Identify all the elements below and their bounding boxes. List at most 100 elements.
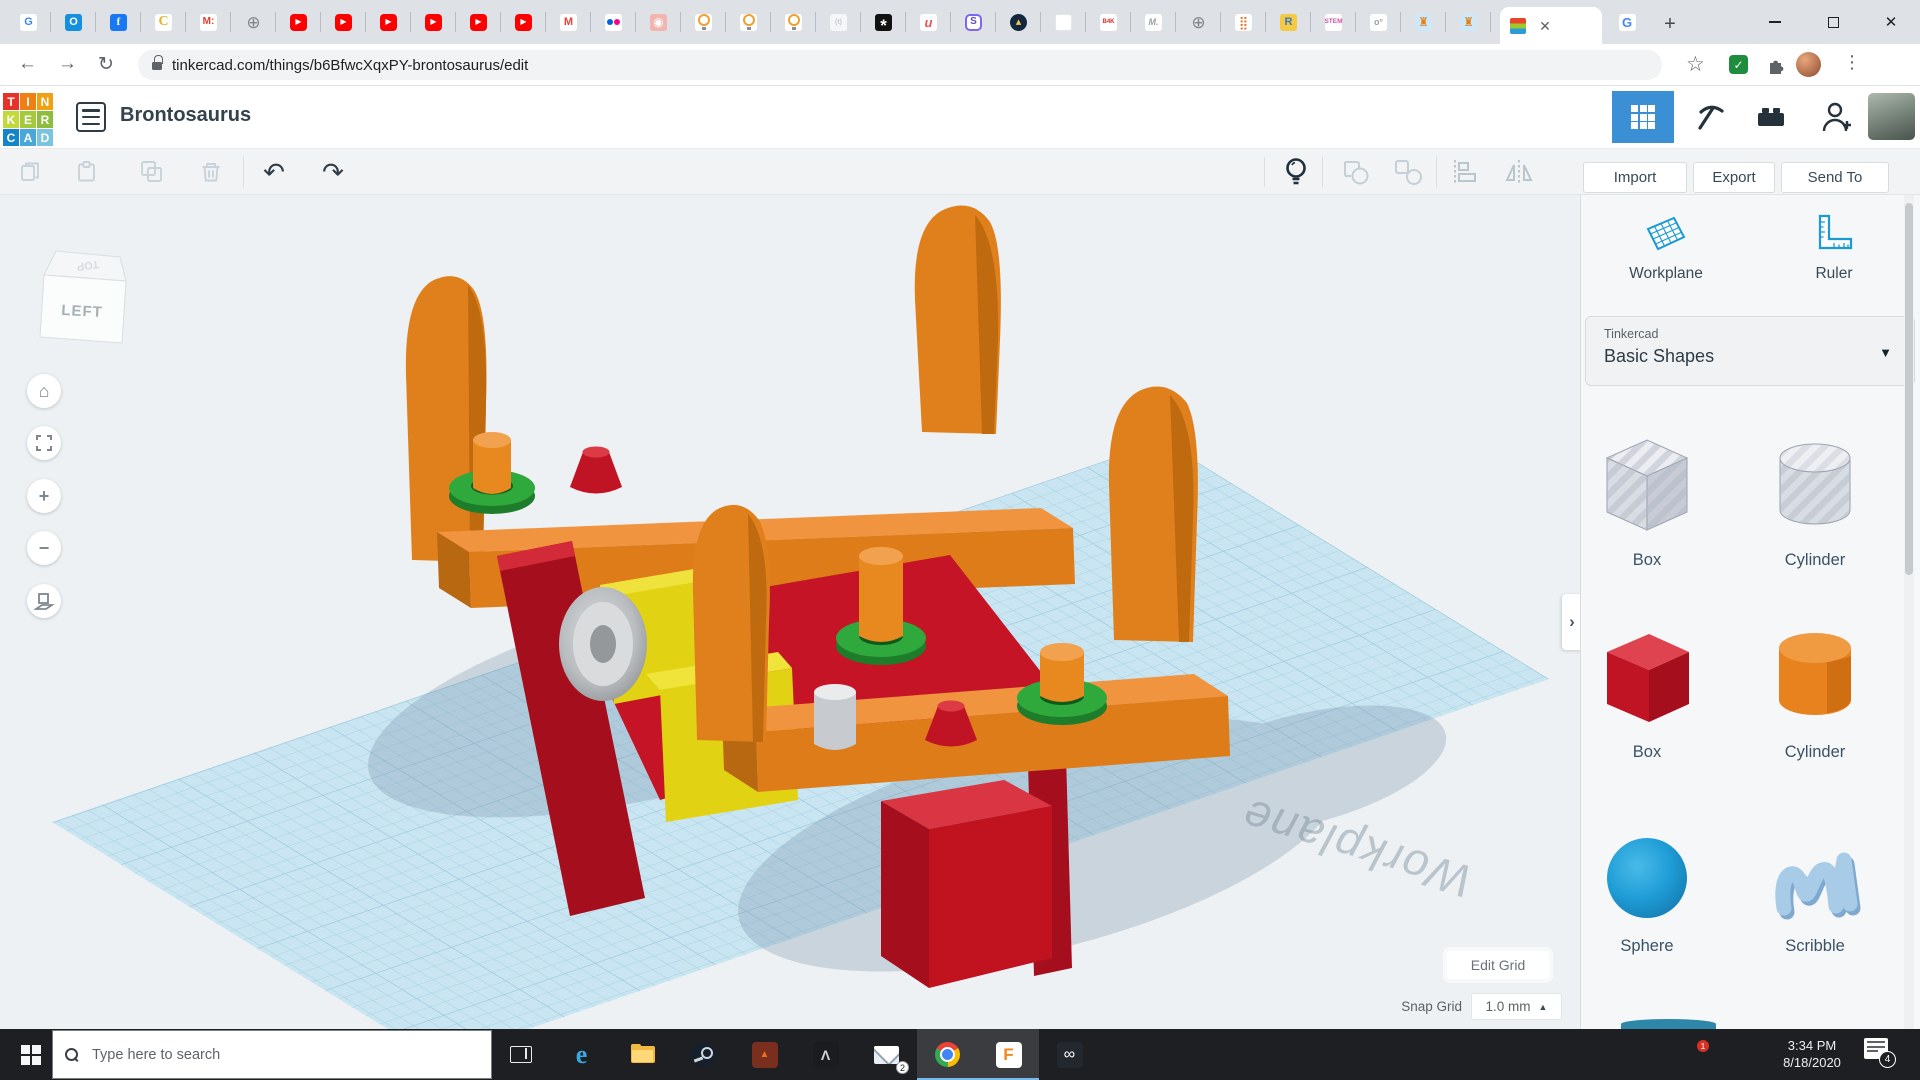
tab-bricks4kidz[interactable] xyxy=(1086,0,1131,44)
tab-youtube[interactable] xyxy=(276,0,321,44)
ruler-tool[interactable]: Ruler xyxy=(1759,213,1909,283)
tab-gray-rings[interactable] xyxy=(1356,0,1401,44)
tab-gmail[interactable] xyxy=(546,0,591,44)
tab-make[interactable] xyxy=(186,0,231,44)
taskbar-search[interactable] xyxy=(52,1030,492,1079)
minimize-button[interactable] xyxy=(1746,0,1804,44)
taskbar-clock[interactable]: 3:34 PM 8/18/2020 xyxy=(1772,1037,1852,1071)
collaborate-button[interactable] xyxy=(1806,91,1868,143)
taskbar-app-file-explorer[interactable] xyxy=(612,1029,673,1080)
close-tab-icon[interactable]: ✕ xyxy=(1536,17,1554,35)
tab-robot[interactable] xyxy=(1446,0,1491,44)
reload-icon[interactable]: ↻ xyxy=(98,53,114,76)
zoom-in-button[interactable]: + xyxy=(27,479,61,513)
tab-globe[interactable] xyxy=(1176,0,1221,44)
panel-scrollbar[interactable] xyxy=(1904,195,1914,1029)
shape-hole-cylinder[interactable]: Cylinder xyxy=(1749,428,1881,570)
tab-adafruit[interactable] xyxy=(861,0,906,44)
tab-skillshare[interactable] xyxy=(951,0,996,44)
tab-google[interactable] xyxy=(1604,0,1650,44)
taskbar-app-steam[interactable] xyxy=(673,1029,734,1080)
shape-sphere[interactable]: Sphere xyxy=(1581,826,1713,956)
3d-canvas[interactable]: Workplane xyxy=(0,195,1580,1029)
shape-orange-cylinder[interactable]: Cylinder xyxy=(1749,620,1881,762)
group-button[interactable] xyxy=(1340,157,1370,187)
import-button[interactable]: Import xyxy=(1583,162,1687,193)
fit-view-button[interactable] xyxy=(27,426,61,460)
tab-stem[interactable] xyxy=(1311,0,1356,44)
design-title[interactable]: Brontosaurus xyxy=(120,104,251,127)
paste-button[interactable] xyxy=(72,157,102,187)
tab-robot[interactable] xyxy=(1401,0,1446,44)
extensions-puzzle-icon[interactable] xyxy=(1766,55,1786,75)
copy-button[interactable] xyxy=(16,157,46,187)
undo-button[interactable]: ↶ xyxy=(259,157,289,187)
green-check-extension-icon[interactable]: ✓ xyxy=(1729,55,1748,74)
send-to-button[interactable]: Send To xyxy=(1781,162,1889,193)
mirror-button[interactable] xyxy=(1503,157,1533,187)
url-text[interactable]: tinkercad.com/things/b6BfwcXqxPY-brontos… xyxy=(172,57,528,74)
redo-button[interactable]: ↷ xyxy=(318,157,348,187)
tab-facebook[interactable] xyxy=(96,0,141,44)
duplicate-button[interactable] xyxy=(137,157,167,187)
shape-hole-box[interactable]: Box xyxy=(1581,428,1713,570)
user-avatar[interactable] xyxy=(1868,93,1915,140)
browser-profile-avatar[interactable] xyxy=(1796,52,1821,77)
tab-gray-m[interactable] xyxy=(1131,0,1176,44)
maximize-button[interactable] xyxy=(1804,0,1862,44)
tab-c-site[interactable] xyxy=(141,0,186,44)
shape-library-dropdown[interactable]: Tinkercad Basic Shapes ▼ xyxy=(1585,316,1915,386)
minecraft-export-button[interactable] xyxy=(1678,91,1740,143)
edit-grid-button[interactable]: Edit Grid xyxy=(1447,951,1549,979)
tab-globe[interactable] xyxy=(231,0,276,44)
search-input[interactable] xyxy=(90,1046,430,1064)
browser-menu-kebab-icon[interactable]: ⋮ xyxy=(1843,52,1861,73)
tab-flickr[interactable] xyxy=(591,0,636,44)
taskbar-app-f-app[interactable] xyxy=(978,1029,1039,1080)
snap-grid-dropdown[interactable]: 1.0 mm ▲ xyxy=(1471,993,1562,1020)
taskbar-app-infinity-app[interactable] xyxy=(1039,1029,1100,1080)
switch-workplane-button[interactable] xyxy=(27,584,61,618)
view-cube[interactable]: TOP LEFT xyxy=(34,250,132,348)
tab-yellow-r[interactable] xyxy=(1266,0,1311,44)
tab-grad-cap[interactable] xyxy=(996,0,1041,44)
tab-youtube[interactable] xyxy=(321,0,366,44)
close-window-button[interactable]: ✕ xyxy=(1862,0,1920,44)
zoom-out-button[interactable]: − xyxy=(27,531,61,565)
delete-button[interactable] xyxy=(196,157,226,187)
tab-translate[interactable] xyxy=(6,0,51,44)
tab-udemy[interactable] xyxy=(906,0,951,44)
action-center-button[interactable]: 4 xyxy=(1862,1038,1892,1064)
new-tab-button[interactable]: + xyxy=(1656,10,1684,38)
partial-next-shape[interactable] xyxy=(1621,1019,1716,1029)
taskbar-app-mail[interactable]: 2 xyxy=(856,1029,917,1080)
blocks-view-button[interactable] xyxy=(1612,91,1674,143)
taskbar-app-task-view[interactable] xyxy=(490,1029,551,1080)
tab-faded-app[interactable] xyxy=(816,0,861,44)
tab-youtube[interactable] xyxy=(366,0,411,44)
ungroup-button[interactable] xyxy=(1392,157,1422,187)
view-cube-front-label[interactable]: LEFT xyxy=(61,302,103,321)
tab-bulb[interactable] xyxy=(771,0,816,44)
shape-scribble[interactable]: Scribble xyxy=(1749,826,1881,956)
show-all-button[interactable] xyxy=(1281,157,1311,187)
design-menu-icon[interactable] xyxy=(76,102,106,132)
shape-red-box[interactable]: Box xyxy=(1581,620,1713,762)
start-button[interactable] xyxy=(10,1029,52,1080)
tinkercad-logo[interactable]: TINKERCAD xyxy=(3,93,53,146)
home-view-button[interactable]: ⌂ xyxy=(27,374,61,408)
scrollbar-thumb[interactable] xyxy=(1905,203,1913,575)
bookmark-star-icon[interactable]: ☆ xyxy=(1686,52,1705,77)
workplane-tool[interactable]: Workplane xyxy=(1591,213,1741,283)
panel-collapse-button[interactable]: › xyxy=(1562,594,1582,650)
taskbar-app-edge[interactable] xyxy=(551,1029,612,1080)
omnibox[interactable]: tinkercad.com/things/b6BfwcXqxPY-brontos… xyxy=(138,50,1662,80)
export-button[interactable]: Export xyxy=(1693,162,1775,193)
taskbar-app-dark-app[interactable] xyxy=(795,1029,856,1080)
taskbar-app-maroon-app[interactable] xyxy=(734,1029,795,1080)
tab-youtube[interactable] xyxy=(456,0,501,44)
active-tab-tinkercad[interactable]: ✕ xyxy=(1500,7,1602,44)
tab-orange-dots[interactable] xyxy=(1221,0,1266,44)
tab-bulb[interactable] xyxy=(681,0,726,44)
brick-export-button[interactable] xyxy=(1740,91,1802,143)
